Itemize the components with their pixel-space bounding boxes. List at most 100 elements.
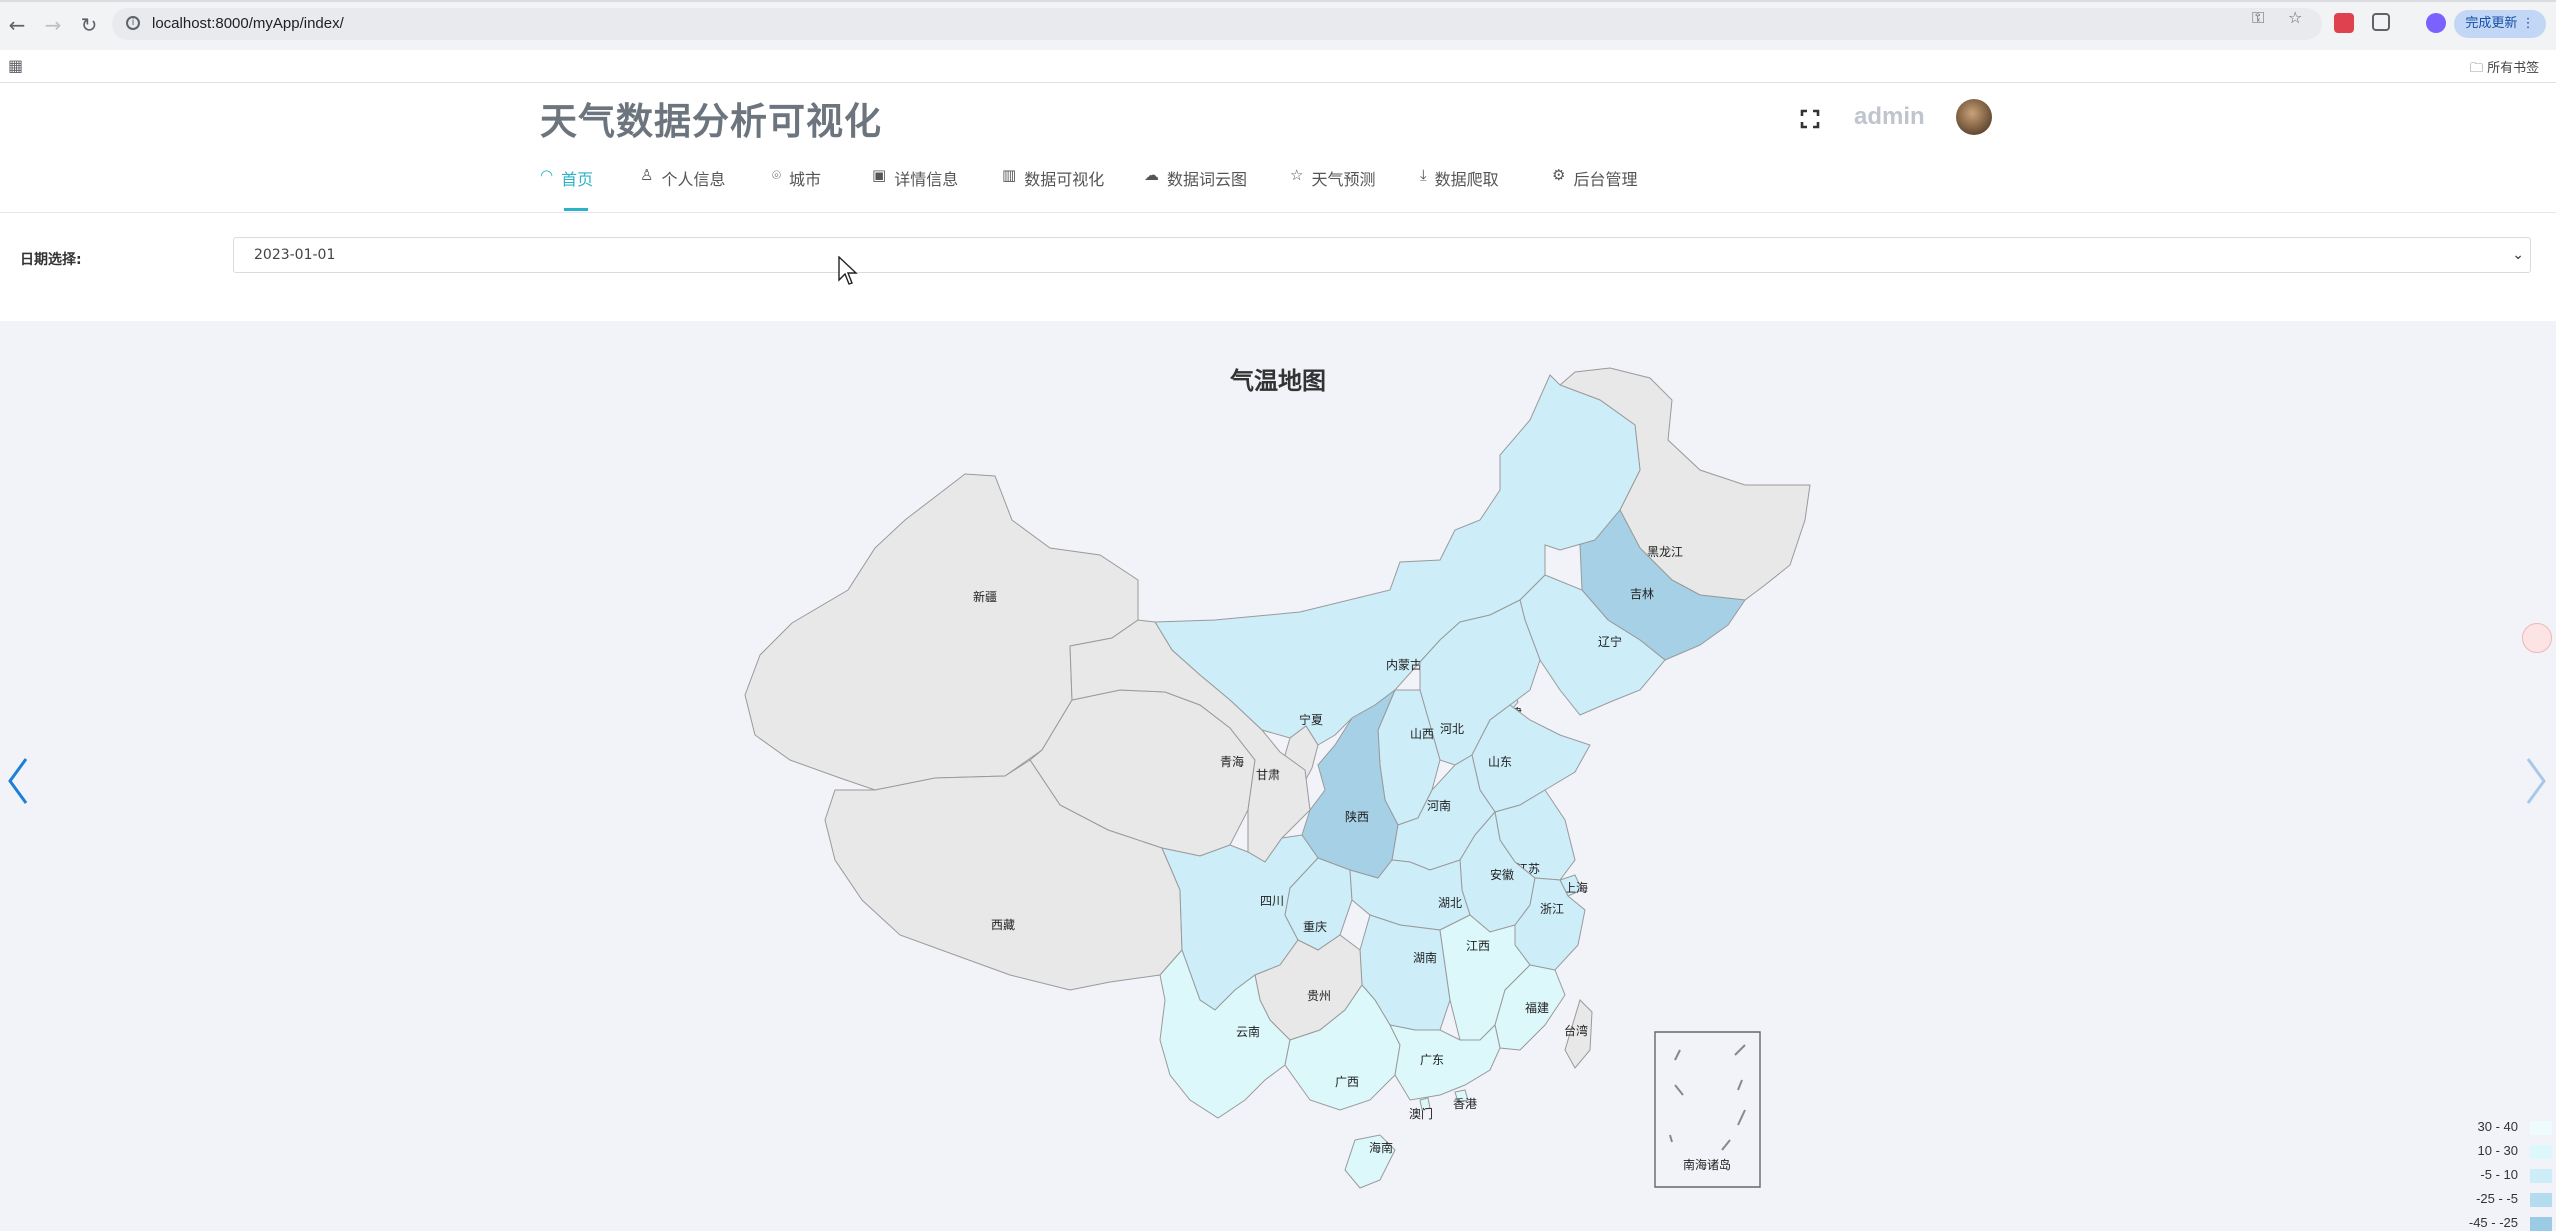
username[interactable]: admin: [1854, 103, 1925, 131]
legend-item[interactable]: -45 - -25: [2450, 1213, 2554, 1231]
province-label: 福建: [1525, 1000, 1549, 1015]
extensions-puzzle-icon[interactable]: [2372, 13, 2390, 31]
province-region[interactable]: [1389, 1023, 1501, 1101]
date-select-value: 2023-01-01: [254, 247, 336, 263]
province-label: 黑龙江: [1647, 545, 1683, 559]
avatar[interactable]: [1956, 99, 1992, 135]
island-dash: [1674, 1084, 1684, 1096]
apps-grid-icon[interactable]: ▦: [8, 56, 23, 75]
legend-item[interactable]: -5 - 10: [2450, 1165, 2554, 1183]
cloud-icon: ☁: [1144, 166, 1159, 184]
nav-item-forecast[interactable]: ☆ 天气预测: [1290, 166, 1375, 212]
app-header: 天气数据分析可视化 admin ◠ 首页 ♙ 个人信息 ⌾ 城市 ▣ 详情信息 …: [0, 83, 2556, 213]
nav-label: 天气预测: [1311, 170, 1376, 189]
province-label: 上海: [1564, 880, 1588, 895]
map-panel: 气温地图 黑龙江吉林辽宁内蒙古北京天津河北山西山东宁夏新疆青海甘肃陕西河南江苏安…: [0, 321, 2556, 1231]
legend-swatch: [2530, 1193, 2552, 1207]
date-select[interactable]: 2023-01-01 ⌄: [233, 237, 2531, 273]
province-label: 安徽: [1490, 867, 1514, 882]
mouse-cursor-icon: [838, 256, 858, 285]
legend-item[interactable]: 10 - 30: [2450, 1141, 2554, 1159]
province-label: 澳门: [1409, 1106, 1433, 1121]
nav-label: 数据可视化: [1024, 170, 1105, 189]
password-key-icon[interactable]: ⚿: [2252, 8, 2264, 28]
island-dash: [1737, 1079, 1743, 1091]
province-label: 山东: [1488, 755, 1512, 769]
island-dash: [1669, 1134, 1673, 1143]
province-label: 贵州: [1307, 989, 1331, 1003]
update-button[interactable]: 完成更新 ⋮: [2454, 10, 2546, 38]
star-icon: ☆: [1290, 166, 1304, 184]
all-bookmarks-button[interactable]: 🗀 所有书签: [2470, 57, 2539, 81]
island-dash: [1721, 1139, 1731, 1151]
province-label: 南海诸岛: [1683, 1157, 1731, 1172]
province-label: 河南: [1427, 798, 1451, 813]
back-arrow-icon[interactable]: ←: [4, 12, 30, 38]
nav-item-details[interactable]: ▣ 详情信息: [872, 166, 958, 212]
province-label: 陕西: [1345, 809, 1369, 824]
legend-swatch: [2530, 1169, 2552, 1183]
forward-arrow-icon[interactable]: →: [40, 12, 66, 38]
nav-item-visualization[interactable]: ▥ 数据可视化: [1002, 166, 1104, 212]
legend-label: -5 - 10: [2480, 1167, 2518, 1182]
grid-icon: ▣: [872, 166, 887, 184]
nav-label: 首页: [561, 170, 594, 189]
province-label: 甘肃: [1256, 768, 1280, 782]
province-label: 河北: [1440, 722, 1464, 736]
bookmark-star-icon[interactable]: ☆: [2288, 8, 2302, 27]
extension-red-icon[interactable]: [2334, 13, 2354, 33]
user-icon: ♙: [640, 166, 654, 184]
province-label: 广西: [1335, 1075, 1359, 1089]
province-label: 青海: [1220, 754, 1244, 769]
nav-item-crawler[interactable]: ⤓ 数据爬取: [1420, 166, 1499, 212]
chevron-down-icon: ⌄: [2512, 247, 2524, 263]
date-filter-row: 日期选择: 2023-01-01 ⌄: [0, 213, 2556, 321]
province-label: 台湾: [1564, 1023, 1588, 1038]
province-label: 广东: [1420, 1053, 1444, 1067]
nav-label: 详情信息: [894, 170, 959, 189]
tab-strip: [0, 0, 2556, 2]
download-icon: ⤓: [1420, 166, 1427, 184]
nav-item-profile[interactable]: ♙ 个人信息: [640, 166, 725, 212]
nav-item-admin[interactable]: ⚙ 后台管理: [1552, 166, 1637, 212]
province-label: 江西: [1466, 939, 1490, 953]
province-label: 西藏: [991, 918, 1015, 932]
reload-icon[interactable]: ↻: [76, 12, 102, 38]
province-label: 湖北: [1438, 895, 1462, 910]
province-label: 香港: [1453, 1097, 1477, 1111]
province-label: 海南: [1369, 1140, 1393, 1155]
nav-item-home[interactable]: ◠ 首页: [540, 166, 593, 212]
province-label: 云南: [1236, 1024, 1260, 1039]
fullscreen-icon[interactable]: [1798, 107, 1822, 131]
legend-label: 10 - 30: [2477, 1143, 2518, 1158]
legend-item[interactable]: -25 - -5: [2450, 1189, 2554, 1207]
legend-label: -25 - -5: [2476, 1191, 2518, 1206]
bar-chart-icon: ▥: [1002, 166, 1017, 184]
province-label: 湖南: [1413, 950, 1437, 965]
bookmarks-bar: ▦ 🗀 所有书签: [0, 50, 2556, 83]
url-text[interactable]: localhost:8000/myApp/index/: [152, 15, 344, 32]
island-dash: [1737, 1109, 1746, 1126]
legend-swatch: [2530, 1121, 2552, 1135]
update-label: 完成更新: [2465, 16, 2518, 31]
legend-label: 30 - 40: [2477, 1119, 2518, 1134]
legend-swatch: [2530, 1217, 2552, 1231]
nav-label: 个人信息: [661, 170, 726, 189]
china-temperature-map[interactable]: 黑龙江吉林辽宁内蒙古北京天津河北山西山东宁夏新疆青海甘肃陕西河南江苏安徽上海西藏…: [0, 321, 2556, 1231]
legend-item[interactable]: 30 - 40: [2450, 1117, 2554, 1135]
profile-icon[interactable]: [2426, 13, 2446, 33]
site-info-icon[interactable]: i: [126, 16, 140, 30]
nav-label: 后台管理: [1573, 170, 1638, 189]
dashboard-icon: ◠: [540, 166, 554, 184]
date-label: 日期选择:: [20, 252, 82, 268]
nav-label: 数据词云图: [1167, 170, 1248, 189]
province-label: 重庆: [1303, 920, 1327, 934]
nav-item-wordcloud[interactable]: ☁ 数据词云图: [1144, 166, 1247, 212]
all-bookmarks-label: 所有书签: [2487, 61, 2540, 76]
nav-item-city[interactable]: ⌾ 城市: [772, 166, 821, 212]
address-bar[interactable]: i localhost:8000/myApp/index/: [112, 8, 2322, 40]
browser-toolbar: ← → ↻ i localhost:8000/myApp/index/ ⚿ ☆ …: [0, 0, 2556, 50]
location-pin-icon: ⌾: [772, 166, 782, 184]
province-label: 四川: [1260, 894, 1284, 908]
province-label: 吉林: [1630, 587, 1654, 601]
